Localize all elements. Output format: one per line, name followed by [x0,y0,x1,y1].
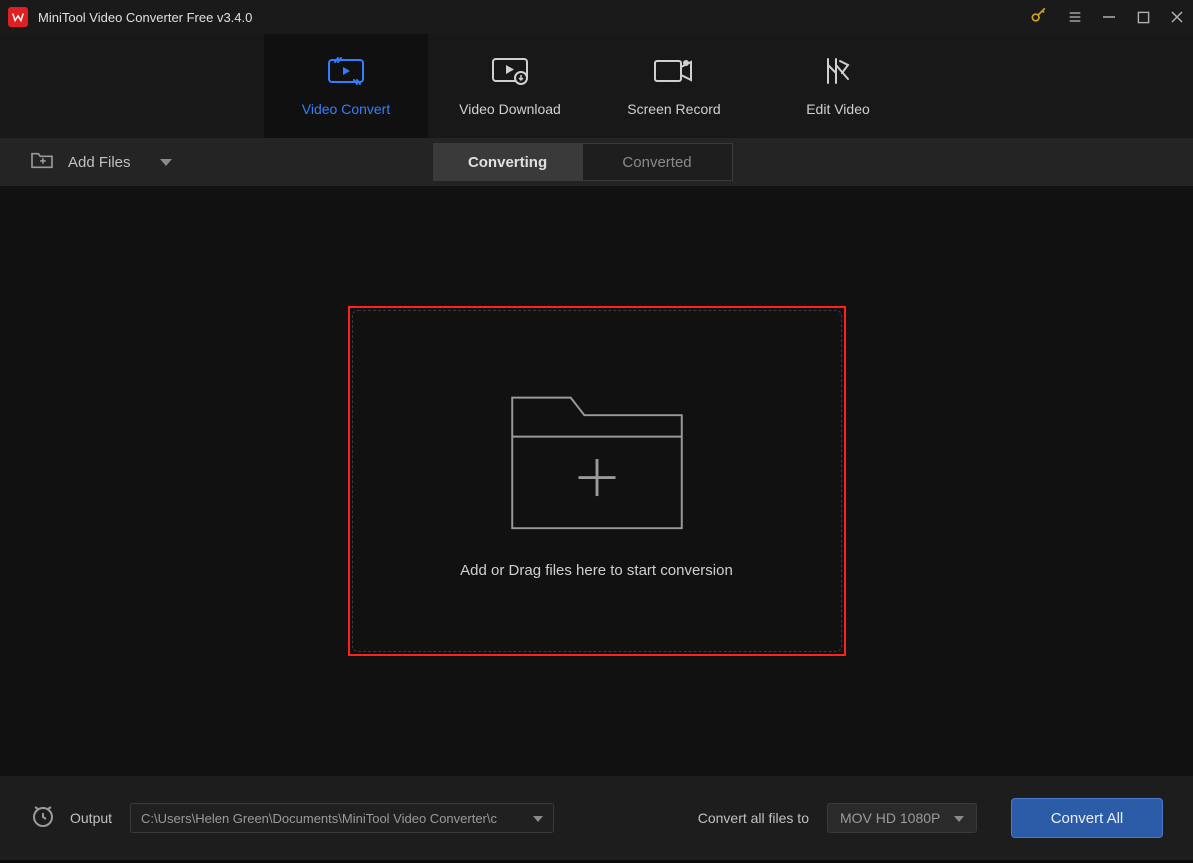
content-area: Add or Drag files here to start conversi… [0,186,1193,776]
output-path-select[interactable]: C:\Users\Helen Green\Documents\MiniTool … [130,803,554,833]
video-download-icon [491,55,529,87]
tab-label: Screen Record [627,101,720,117]
tab-label: Edit Video [806,101,870,117]
menu-icon[interactable] [1067,9,1083,25]
tab-label: Video Convert [302,101,390,117]
output-format-select[interactable]: MOV HD 1080P [827,803,977,833]
tab-edit-video[interactable]: Edit Video [756,34,920,138]
close-button[interactable] [1169,9,1185,25]
tab-video-download[interactable]: Video Download [428,34,592,138]
chevron-down-icon [954,810,964,826]
app-logo-icon [8,7,28,27]
output-path-value: C:\Users\Helen Green\Documents\MiniTool … [141,811,497,826]
app-title: MiniTool Video Converter Free v3.4.0 [38,10,1029,25]
output-label: Output [70,810,112,826]
footer: Output C:\Users\Helen Green\Documents\Mi… [0,776,1193,860]
dropzone-text: Add or Drag files here to start conversi… [460,562,733,579]
format-value: MOV HD 1080P [840,810,940,826]
chevron-down-icon [533,811,543,826]
subtab-converted[interactable]: Converted [583,143,733,181]
schedule-icon[interactable] [30,803,56,834]
minimize-button[interactable] [1101,9,1117,25]
folder-plus-icon [30,150,54,174]
tab-screen-record[interactable]: Screen Record [592,34,756,138]
sub-tabs: Converting Converted [433,143,733,181]
upgrade-key-icon[interactable] [1029,5,1049,30]
edit-video-icon [822,55,854,87]
tab-video-convert[interactable]: Video Convert [264,34,428,138]
toolbar: Add Files Converting Converted [0,138,1193,186]
folder-add-icon [504,384,690,536]
video-convert-icon [327,55,365,87]
titlebar: MiniTool Video Converter Free v3.4.0 [0,0,1193,34]
main-tabs: Video Convert Video Download Screen Reco… [0,34,1193,138]
screen-record-icon [653,55,695,87]
tab-label: Video Download [459,101,561,117]
add-files-label: Add Files [68,154,131,171]
file-dropzone[interactable]: Add or Drag files here to start conversi… [348,306,846,656]
add-files-button[interactable]: Add Files [30,150,173,174]
subtab-converting[interactable]: Converting [433,143,583,181]
convert-all-files-label: Convert all files to [698,810,809,826]
chevron-down-icon [159,154,173,171]
convert-all-button[interactable]: Convert All [1011,798,1163,838]
maximize-button[interactable] [1135,9,1151,25]
